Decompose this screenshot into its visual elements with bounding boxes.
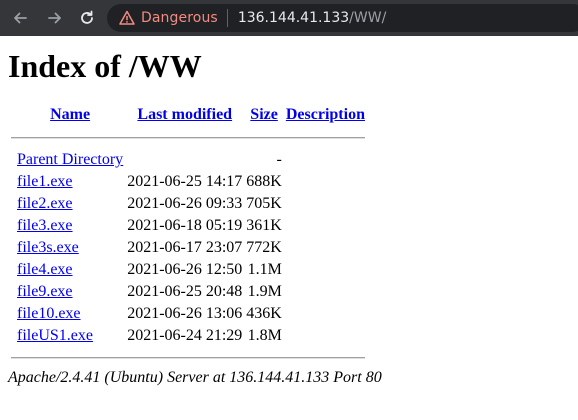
table-row: file4.exe 2021-06-26 12:50 1.1M xyxy=(10,260,366,280)
table-header-row: Name Last modified Size Description xyxy=(10,104,366,126)
file-link[interactable]: file10.exe xyxy=(17,305,81,322)
size-cell: 705K xyxy=(246,195,282,212)
arrow-left-icon xyxy=(14,12,27,24)
security-status-label[interactable]: Dangerous xyxy=(141,10,218,26)
description-cell xyxy=(285,238,366,258)
description-cell xyxy=(285,216,366,236)
modified-cell xyxy=(126,150,243,170)
browser-toolbar: Dangerous 136.144.41.133/WW/ xyxy=(0,0,578,36)
table-row: file2.exe 2021-06-26 09:33 705K xyxy=(10,194,366,214)
table-row: fileUS1.exe 2021-06-24 21:29 1.8M xyxy=(10,326,366,346)
size-cell: 1.9M xyxy=(247,283,282,300)
footer-divider xyxy=(11,357,365,359)
omnibox-divider xyxy=(226,9,228,27)
file-table: Name Last modified Size Description Pare… xyxy=(8,102,368,370)
description-cell xyxy=(285,326,366,346)
address-bar[interactable]: Dangerous 136.144.41.133/WW/ xyxy=(107,4,578,32)
url-host: 136.144.41.133 xyxy=(237,10,350,26)
directory-listing-page: Index of /WW Name Last modified Size Des… xyxy=(8,36,578,386)
table-row: file3s.exe 2021-06-17 23:07 772K xyxy=(10,238,366,258)
file-link[interactable]: file3.exe xyxy=(17,217,73,234)
description-cell xyxy=(285,260,366,280)
file-link[interactable]: file1.exe xyxy=(17,173,73,190)
size-cell: 361K xyxy=(246,217,282,234)
table-row: file3.exe 2021-06-18 05:19 361K xyxy=(10,216,366,236)
file-link[interactable]: file9.exe xyxy=(17,283,73,300)
size-cell: - xyxy=(276,151,282,168)
table-row: file9.exe 2021-06-25 20:48 1.9M xyxy=(10,282,366,302)
url-path: /WW/ xyxy=(349,10,387,26)
reload-icon xyxy=(81,10,93,24)
table-row-parent: Parent Directory - xyxy=(10,150,366,170)
file-link[interactable]: fileUS1.exe xyxy=(17,327,93,344)
modified-cell: 2021-06-26 13:06 xyxy=(127,305,243,322)
size-cell: 436K xyxy=(246,305,282,322)
description-cell xyxy=(285,172,366,192)
reload-button[interactable] xyxy=(76,7,98,29)
sort-by-name-link[interactable]: Name xyxy=(50,106,90,123)
size-cell: 688K xyxy=(246,173,282,190)
file-link[interactable]: file2.exe xyxy=(17,195,73,212)
size-cell: 772K xyxy=(246,239,282,256)
modified-cell: 2021-06-25 14:17 xyxy=(127,173,243,190)
table-row: file10.exe 2021-06-26 13:06 436K xyxy=(10,304,366,324)
warning-icon[interactable] xyxy=(119,10,135,26)
file-link[interactable]: file3s.exe xyxy=(17,239,79,256)
description-cell xyxy=(285,304,366,324)
modified-cell: 2021-06-24 21:29 xyxy=(127,327,243,344)
description-cell xyxy=(285,194,366,214)
sort-by-modified-link[interactable]: Last modified xyxy=(137,106,232,123)
modified-cell: 2021-06-17 23:07 xyxy=(127,239,243,256)
description-cell xyxy=(285,282,366,302)
forward-button[interactable] xyxy=(44,7,66,29)
file-rows: file1.exe 2021-06-25 14:17 688K file2.exe 20… xyxy=(10,172,366,346)
size-cell: 1.1M xyxy=(247,261,282,278)
sort-by-size-link[interactable]: Size xyxy=(250,106,278,123)
modified-cell: 2021-06-25 20:48 xyxy=(127,283,243,300)
sort-by-description-link[interactable]: Description xyxy=(286,106,365,123)
modified-cell: 2021-06-26 09:33 xyxy=(127,195,243,212)
size-cell: 1.8M xyxy=(247,327,282,344)
modified-cell: 2021-06-26 12:50 xyxy=(127,261,243,278)
table-row: file1.exe 2021-06-25 14:17 688K xyxy=(10,172,366,192)
header-divider xyxy=(11,137,365,139)
arrow-right-icon xyxy=(48,12,61,24)
back-button[interactable] xyxy=(9,7,31,29)
file-link[interactable]: file4.exe xyxy=(17,261,73,278)
server-signature: Apache/2.4.41 (Ubuntu) Server at 136.144… xyxy=(8,369,382,386)
page-title: Index of /WW xyxy=(8,48,202,84)
parent-directory-link[interactable]: Parent Directory xyxy=(17,151,123,168)
modified-cell: 2021-06-18 05:19 xyxy=(127,217,243,234)
